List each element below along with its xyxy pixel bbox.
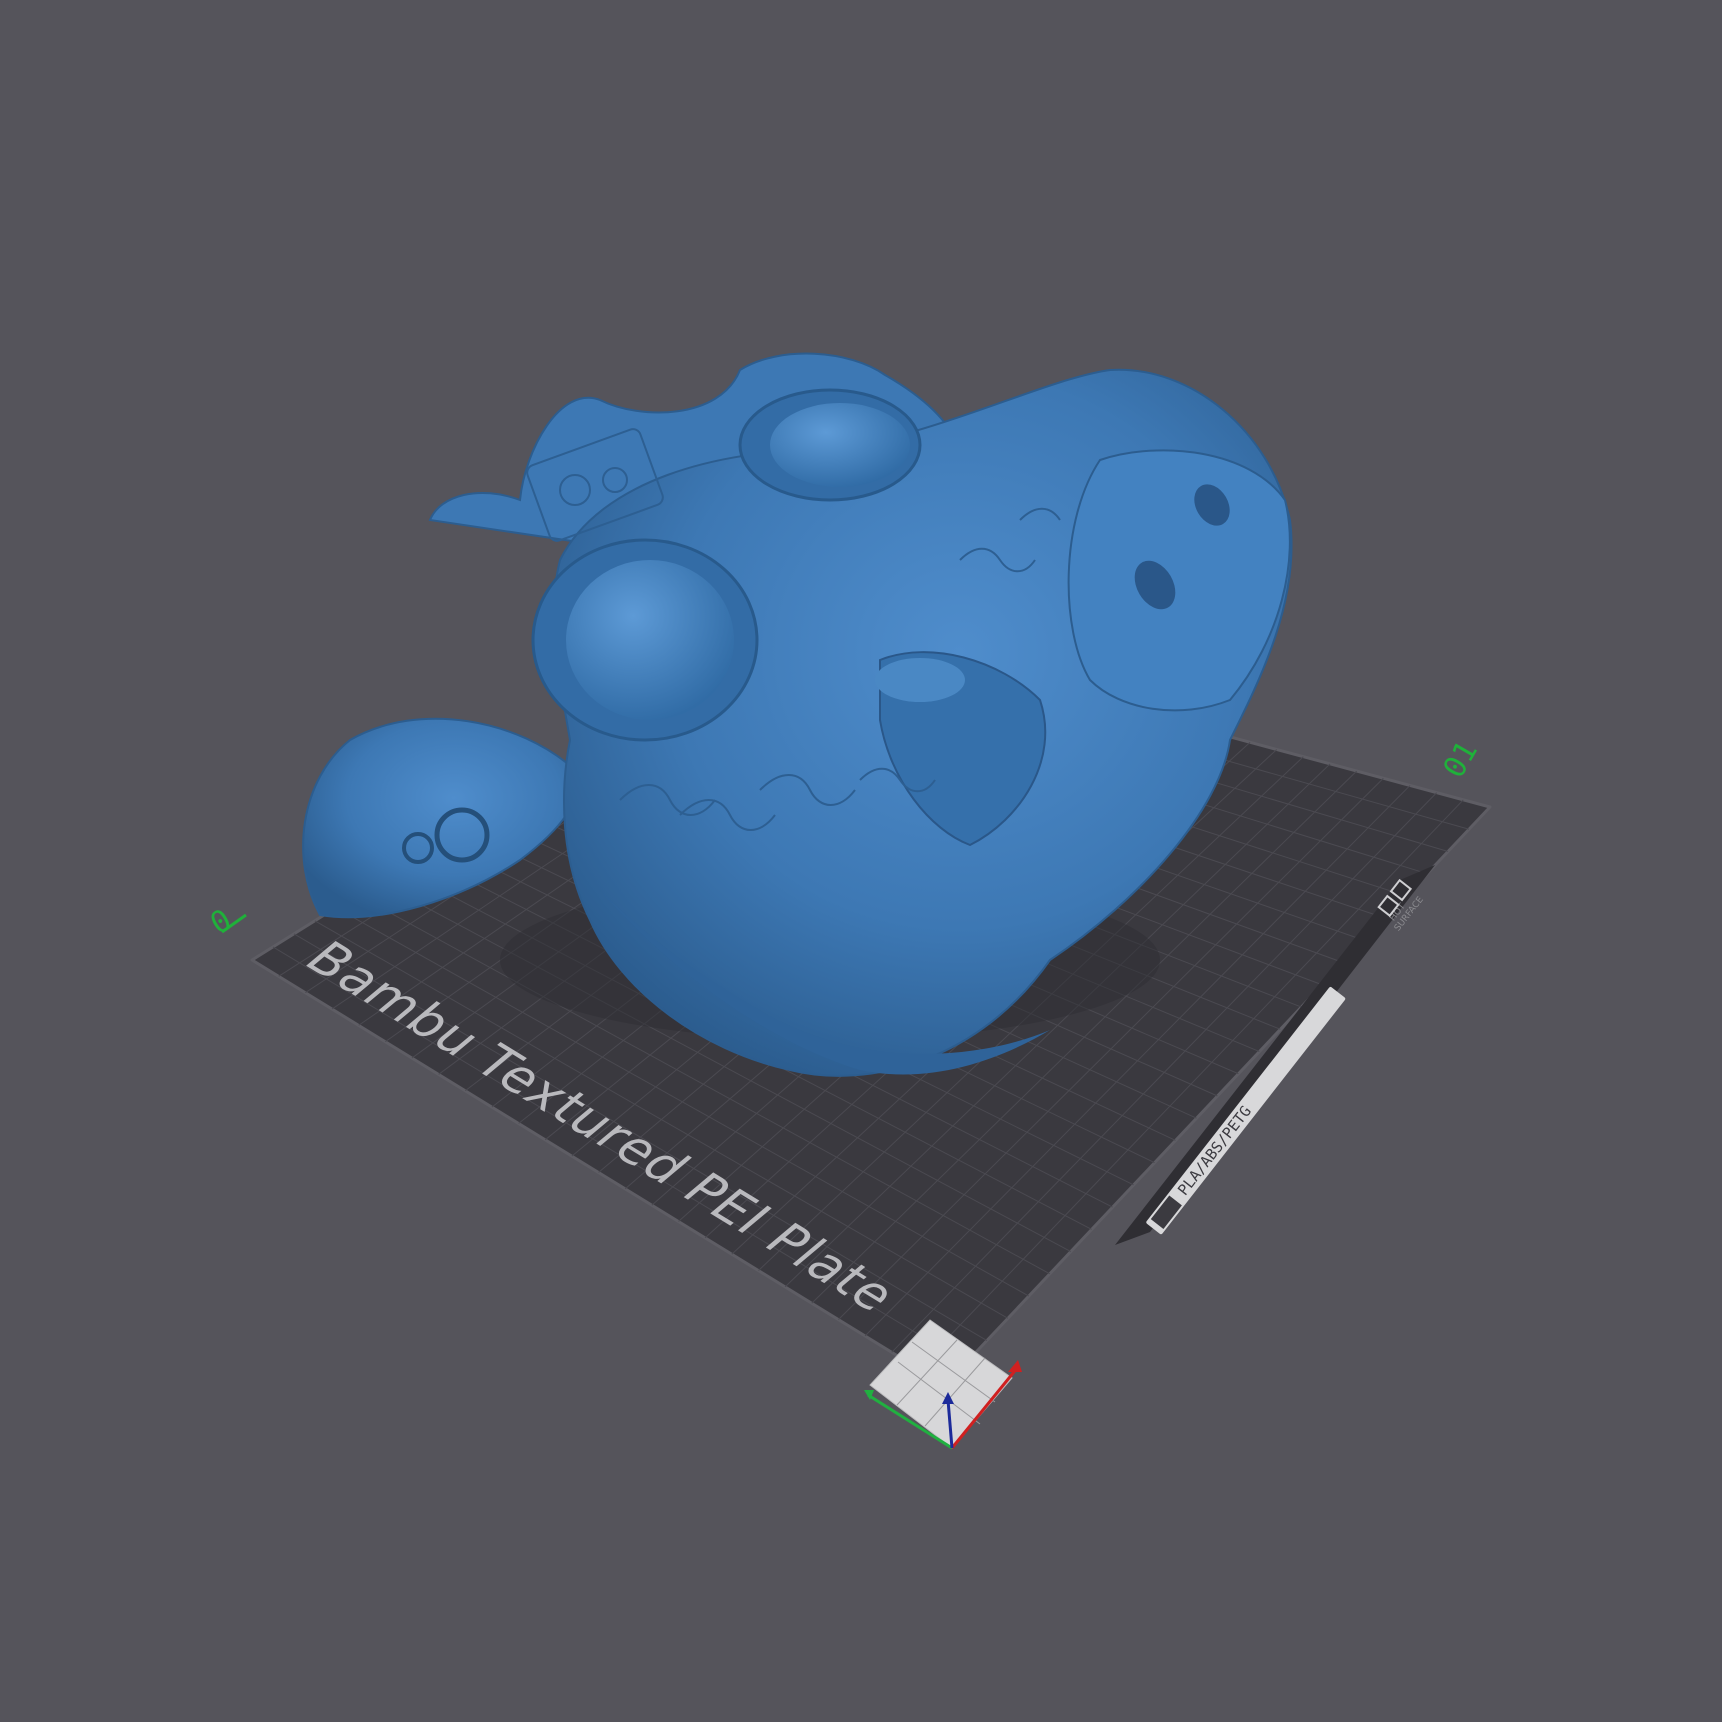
3d-viewport[interactable]: PLA/ABS/PETG HOT SURFACE Bambu Textured … [0,0,1722,1722]
scene-svg: PLA/ABS/PETG HOT SURFACE Bambu Textured … [205,352,1492,1450]
eyeball-top-icon [770,403,910,487]
eyeball-left-icon [566,560,734,720]
origin-marker-right: 01 [1437,735,1485,784]
x-axis-arrow [1008,1360,1022,1372]
origin-marker-left: 0 [205,903,238,942]
